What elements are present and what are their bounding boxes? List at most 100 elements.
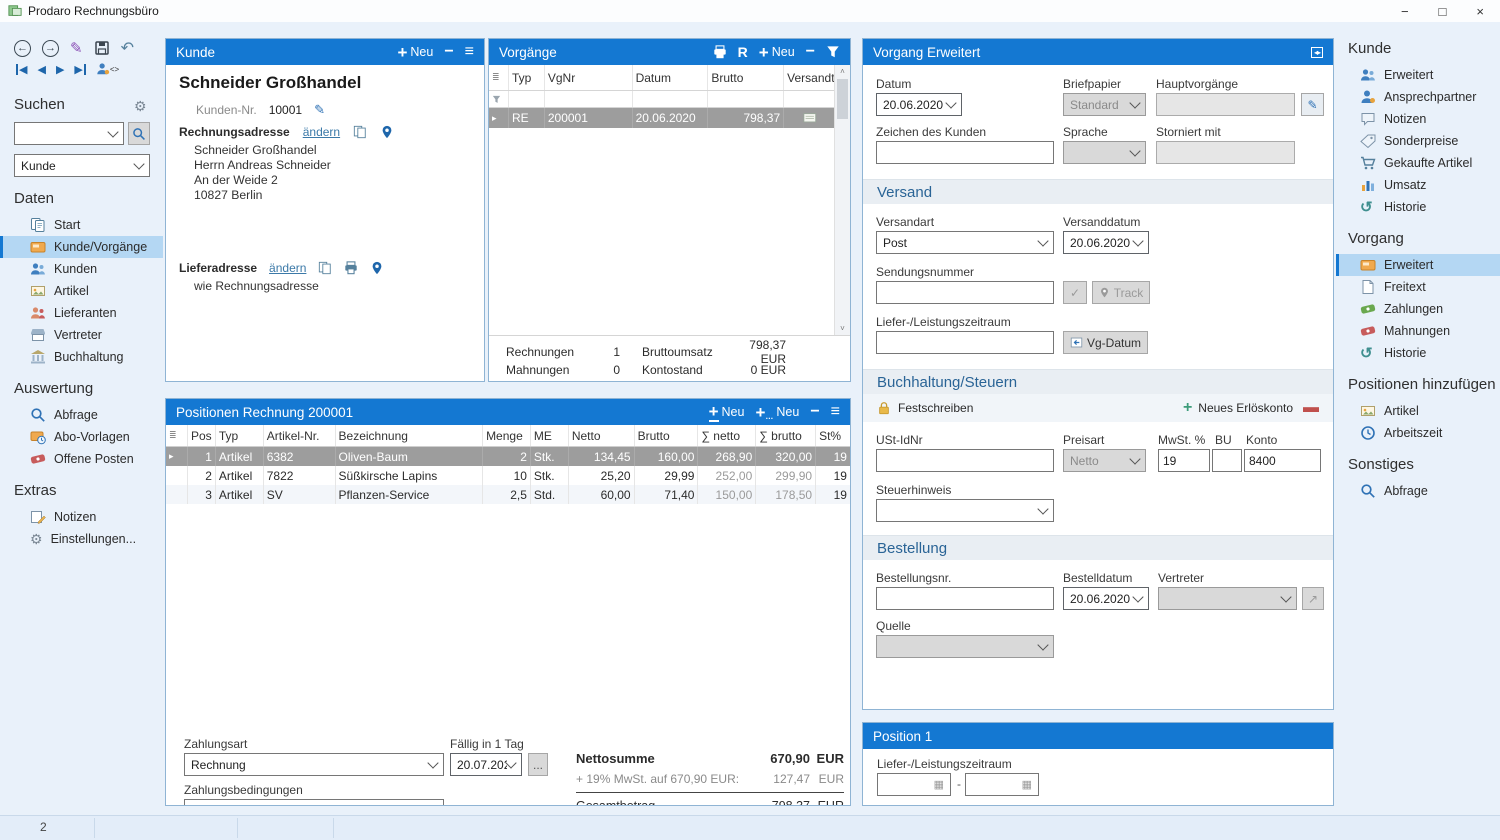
sidebar-item-kunden[interactable]: Kunden xyxy=(0,258,163,280)
right-item-freitext[interactable]: Freitext xyxy=(1336,276,1500,298)
column-header[interactable]: Versandt xyxy=(784,65,835,90)
tracking-number-field[interactable] xyxy=(876,281,1054,304)
right-item-vorgang-erweitert[interactable]: Erweitert xyxy=(1336,254,1500,276)
column-header[interactable]: Brutto xyxy=(635,425,699,446)
print-button[interactable] xyxy=(713,45,727,59)
forward-button[interactable]: → xyxy=(42,40,59,57)
scroll-thumb[interactable] xyxy=(837,79,848,119)
new-vorgang-button[interactable]: +Neu xyxy=(759,44,795,61)
column-chooser-icon[interactable]: ≣ xyxy=(166,425,188,446)
scroll-down-icon[interactable]: ˅ xyxy=(840,324,845,333)
right-item-abfrage[interactable]: Abfrage xyxy=(1336,480,1500,502)
right-item-artikel[interactable]: Artikel xyxy=(1336,400,1500,422)
filter-button[interactable] xyxy=(826,45,840,59)
menu-icon[interactable]: ≡ xyxy=(465,43,474,61)
save-button[interactable] xyxy=(94,40,110,56)
column-header[interactable]: ME xyxy=(531,425,569,446)
change-billing-address-link[interactable]: ändern xyxy=(303,125,340,139)
column-header[interactable]: Typ xyxy=(216,425,264,446)
minimize-button[interactable]: − xyxy=(1401,4,1409,19)
right-item-mahnungen[interactable]: Mahnungen xyxy=(1336,320,1500,342)
search-settings-gear-icon[interactable]: ⚙ xyxy=(134,98,147,115)
back-button[interactable]: ← xyxy=(14,40,31,57)
printer-icon[interactable] xyxy=(344,261,358,275)
change-shipping-address-link[interactable]: ändern xyxy=(269,261,306,275)
scroll-up-icon[interactable]: ˄ xyxy=(840,67,845,76)
right-item-kunde-erweitert[interactable]: Erweitert xyxy=(1336,64,1500,86)
right-item-arbeitszeit[interactable]: Arbeitszeit xyxy=(1336,422,1500,444)
column-header[interactable]: Brutto xyxy=(708,65,784,90)
vg-datum-button[interactable]: Vg-Datum xyxy=(1063,331,1148,354)
shipping-type-select[interactable]: Post xyxy=(876,231,1054,254)
right-item-gekaufte-artikel[interactable]: Gekaufte Artikel xyxy=(1336,152,1500,174)
next-record-button[interactable]: ▶ xyxy=(56,63,64,76)
first-record-button[interactable]: ◀ xyxy=(16,63,27,76)
right-item-zahlungen[interactable]: Zahlungen xyxy=(1336,298,1500,320)
column-header[interactable]: ∑ netto xyxy=(698,425,756,446)
edit-pencil-button[interactable]: ✎ xyxy=(70,39,83,57)
maximize-button[interactable]: □ xyxy=(1439,4,1447,19)
shipping-date-select[interactable]: 20.06.2020 xyxy=(1063,231,1149,254)
r-button[interactable]: R xyxy=(738,44,748,60)
payment-type-select[interactable]: Rechnung xyxy=(184,753,444,776)
column-header[interactable]: ∑ brutto xyxy=(756,425,816,446)
column-header[interactable]: VgNr xyxy=(545,65,633,90)
period-from-input[interactable]: ▦ xyxy=(877,773,951,796)
sidebar-item-start[interactable]: Start xyxy=(0,214,163,236)
last-record-button[interactable]: ▶ xyxy=(74,63,85,76)
add-revenue-account-plus-icon[interactable]: + xyxy=(1183,399,1192,417)
sidebar-item-lieferanten[interactable]: Lieferanten xyxy=(0,302,163,324)
add-position-dialog-button[interactable]: +…Neu xyxy=(755,404,799,421)
right-item-sonderpreise[interactable]: Sonderpreise xyxy=(1336,130,1500,152)
vat-id-field[interactable] xyxy=(876,449,1054,472)
vorgaenge-row-selected[interactable]: ▸ RE 200001 20.06.2020 798,37 xyxy=(489,108,850,128)
new-customer-button[interactable]: +Neu xyxy=(397,44,433,61)
source-select[interactable] xyxy=(876,635,1054,658)
more-options-button[interactable]: ... xyxy=(528,753,548,776)
remove-vorgang-button[interactable]: − xyxy=(806,43,815,61)
dock-toggle-icon[interactable]: ◂▸ xyxy=(1311,47,1323,58)
column-chooser-icon[interactable]: ≣ xyxy=(489,65,509,90)
calendar-icon[interactable]: ▦ xyxy=(1022,778,1032,791)
right-item-notizen[interactable]: Notizen xyxy=(1336,108,1500,130)
vorgaenge-filter-row[interactable] xyxy=(489,91,850,108)
search-button[interactable] xyxy=(128,122,150,145)
sidebar-item-abfrage[interactable]: Abfrage xyxy=(0,404,163,426)
confirm-tracking-button[interactable]: ✓ xyxy=(1063,281,1087,304)
date-select[interactable]: 20.06.2020 xyxy=(876,93,962,116)
close-button[interactable]: × xyxy=(1476,4,1484,19)
add-revenue-account-button[interactable]: Neues Erlöskonto xyxy=(1198,401,1293,415)
finalize-button[interactable]: Festschreiben xyxy=(898,401,973,415)
sidebar-item-einstellungen[interactable]: ⚙Einstellungen... xyxy=(0,528,163,550)
right-item-umsatz[interactable]: Umsatz xyxy=(1336,174,1500,196)
position-row[interactable]: 3 Artikel SV Pflanzen-Service 2,5 Std. 6… xyxy=(166,485,850,504)
map-pin-icon[interactable] xyxy=(380,125,394,139)
sidebar-item-abo-vorlagen[interactable]: Abo-Vorlagen xyxy=(0,426,163,448)
search-input[interactable] xyxy=(14,122,124,145)
edit-pencil-icon[interactable]: ✎ xyxy=(314,102,325,118)
menu-icon[interactable]: ≡ xyxy=(831,403,840,421)
track-button[interactable]: Track xyxy=(1092,281,1150,304)
bu-field[interactable] xyxy=(1212,449,1242,472)
column-header[interactable]: Datum xyxy=(633,65,709,90)
right-item-kunde-historie[interactable]: ↺Historie xyxy=(1336,196,1500,218)
previous-record-button[interactable]: ◀ xyxy=(37,63,45,76)
remove-position-button[interactable]: − xyxy=(810,403,819,421)
column-header[interactable]: Bezeichnung xyxy=(336,425,484,446)
language-select[interactable] xyxy=(1063,141,1146,164)
right-item-ansprechpartner[interactable]: Ansprechpartner xyxy=(1336,86,1500,108)
calendar-icon[interactable]: ▦ xyxy=(934,778,944,791)
tax-note-select[interactable] xyxy=(876,499,1054,522)
customer-transfer-icon[interactable]: <> xyxy=(96,62,119,76)
order-date-select[interactable]: 20.06.2020 xyxy=(1063,587,1149,610)
vertical-scrollbar[interactable]: ˄ ˅ xyxy=(834,65,850,335)
position-row[interactable]: 2 Artikel 7822 Süßkirsche Lapins 10 Stk.… xyxy=(166,466,850,485)
copy-icon[interactable] xyxy=(318,261,332,275)
remove-revenue-account-button[interactable]: ▬ xyxy=(1303,399,1319,417)
undo-button[interactable]: ↶ xyxy=(121,38,134,58)
sidebar-item-artikel[interactable]: Artikel xyxy=(0,280,163,302)
remove-customer-button[interactable]: − xyxy=(444,43,453,61)
period-to-input[interactable]: ▦ xyxy=(965,773,1039,796)
map-pin-icon[interactable] xyxy=(370,261,384,275)
column-header[interactable]: Menge xyxy=(483,425,531,446)
